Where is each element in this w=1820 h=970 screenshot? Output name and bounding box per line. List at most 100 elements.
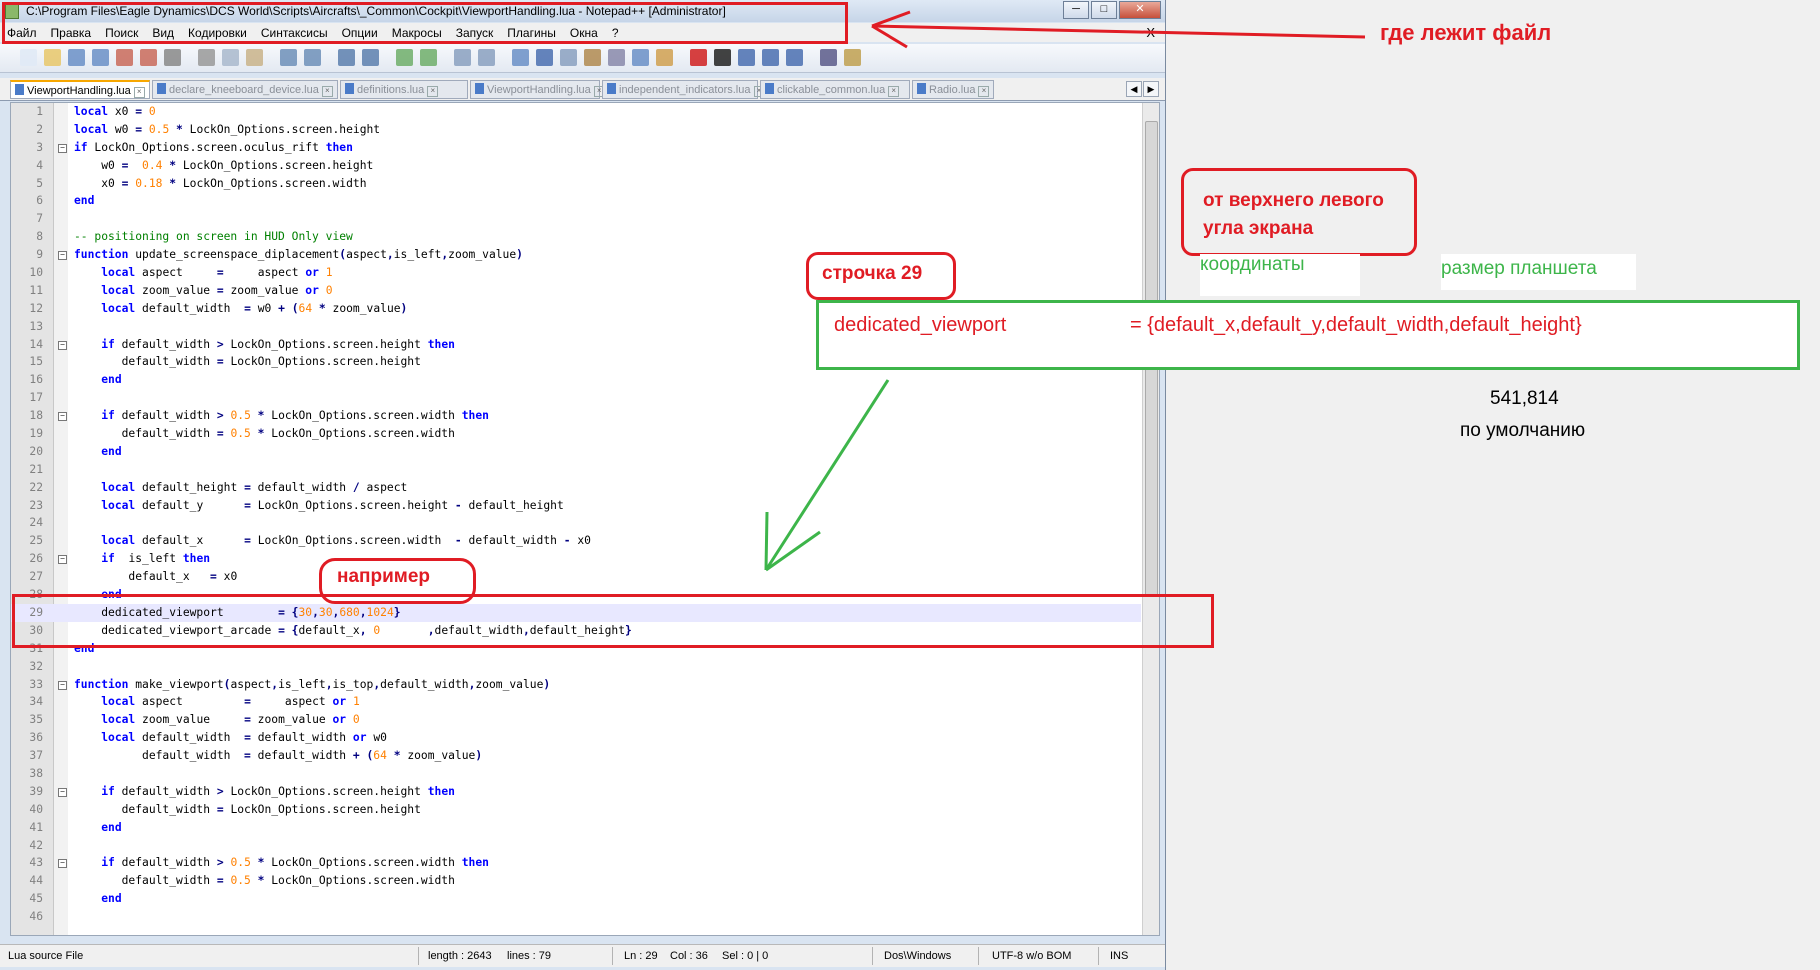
code-line[interactable]: 38 [11,765,1141,783]
code-text: default_width = 0.5 * LockOn_Options.scr… [121,874,455,888]
code-line[interactable]: 46 [11,908,1141,926]
code-line[interactable]: 1 local x0 = 0 [11,103,1141,121]
plugin-icon[interactable] [844,49,861,66]
minimize-button[interactable]: ─ [1063,1,1089,19]
code-line[interactable]: 40 default_width = LockOn_Options.screen… [11,801,1141,819]
code-line[interactable]: 9 − function update_screenspace_diplacemen… [11,246,1141,264]
play-macro-icon[interactable] [738,49,755,66]
paste-icon[interactable] [246,49,263,66]
vertical-scrollbar[interactable] [1142,103,1159,935]
code-line[interactable]: 17 [11,389,1141,407]
tab-4[interactable]: independent_indicators.lua × [602,80,765,99]
tab-close-icon[interactable]: × [133,87,145,98]
tab-2[interactable]: definitions.lua × [340,80,468,99]
code-line[interactable]: 16 end [11,371,1141,389]
function-list-icon[interactable] [632,49,649,66]
cut-icon[interactable] [198,49,215,66]
fold-toggle-icon[interactable]: − [58,680,67,690]
redo-icon[interactable] [304,49,321,66]
code-line[interactable]: 11 local zoom_value = zoom_value or 0 [11,282,1141,300]
code-line[interactable]: 2 local w0 = 0.5 * LockOn_Options.screen.… [11,121,1141,139]
spellcheck-icon[interactable] [820,49,837,66]
code-line[interactable]: 19 default_width = 0.5 * LockOn_Options.… [11,425,1141,443]
example-note: например [337,566,431,587]
code-line[interactable]: 44 default_width = 0.5 * LockOn_Options.… [11,872,1141,890]
code-line[interactable]: 7 [11,210,1141,228]
open-file-icon[interactable] [44,49,61,66]
tab-3[interactable]: ViewportHandling.lua × [470,80,605,99]
tab-5[interactable]: clickable_common.lua × [760,80,910,99]
code-line[interactable]: 43 − if default_width > 0.5 * LockOn_Opti… [11,854,1141,872]
run-macro-multiple-icon[interactable] [762,49,779,66]
save-all-icon[interactable] [92,49,109,66]
sync-horizontal-icon[interactable] [478,49,495,66]
tab-0[interactable]: ViewportHandling.lua × [10,80,150,99]
code-editor[interactable]: 1 local x0 = 0 2 local w0 = 0.5 * LockOn_Op… [10,102,1160,936]
record-macro-icon[interactable] [690,49,707,66]
zoom-in-icon[interactable] [396,49,413,66]
replace-icon[interactable] [362,49,379,66]
code-line[interactable]: 10 local aspect = aspect or 1 [11,264,1141,282]
code-line[interactable]: 27 default_x = x0 [11,568,1141,586]
undo-icon[interactable] [280,49,297,66]
tab-scroll-left-icon[interactable]: ◀ [1126,81,1142,97]
tab-1[interactable]: declare_kneeboard_device.lua × [152,80,338,99]
fold-toggle-icon[interactable]: − [58,412,67,422]
code-line[interactable]: 18 − if default_width > 0.5 * LockOn_Opti… [11,407,1141,425]
save-icon[interactable] [68,49,85,66]
code-line[interactable]: 25 local default_x = LockOn_Options.scre… [11,532,1141,550]
tab-close-icon[interactable]: × [427,86,439,97]
code-line[interactable]: 3 − if LockOn_Options.screen.oculus_rift t… [11,139,1141,157]
code-line[interactable]: 32 [11,658,1141,676]
maximize-button[interactable]: □ [1091,1,1117,19]
code-line[interactable]: 33 − function make_viewport(aspect,is_left… [11,676,1141,694]
fold-toggle-icon[interactable]: − [58,787,67,797]
zoom-out-icon[interactable] [420,49,437,66]
fold-toggle-icon[interactable]: − [58,143,67,153]
code-line[interactable]: 8 -- positioning on screen in HUD Only vi… [11,228,1141,246]
tab-6[interactable]: Radio.lua × [912,80,994,99]
code-line[interactable]: 6 end [11,192,1141,210]
code-line[interactable]: 4 w0 = 0.4 * LockOn_Options.screen.heigh… [11,157,1141,175]
code-line[interactable]: 45 end [11,890,1141,908]
code-line[interactable]: 35 local zoom_value = zoom_value or 0 [11,711,1141,729]
fold-toggle-icon[interactable]: − [58,251,67,261]
stop-macro-icon[interactable] [714,49,731,66]
fold-toggle-icon[interactable]: − [58,555,67,565]
copy-icon[interactable] [222,49,239,66]
find-icon[interactable] [338,49,355,66]
user-lang-icon[interactable] [584,49,601,66]
save-macro-icon[interactable] [786,49,803,66]
code-line[interactable]: 36 local default_width = default_width o… [11,729,1141,747]
word-wrap-icon[interactable] [512,49,529,66]
tab-close-icon[interactable]: × [321,86,333,97]
indent-guide-icon[interactable] [560,49,577,66]
code-line[interactable]: 39 − if default_width > LockOn_Options.sc… [11,783,1141,801]
code-line[interactable]: 20 end [11,443,1141,461]
code-line[interactable]: 37 default_width = default_width + (64 *… [11,747,1141,765]
tab-close-icon[interactable]: × [978,86,990,97]
code-line[interactable]: 5 x0 = 0.18 * LockOn_Options.screen.widt… [11,175,1141,193]
close-all-icon[interactable] [140,49,157,66]
code-line[interactable]: 21 [11,461,1141,479]
doc-map-icon[interactable] [608,49,625,66]
tab-close-icon[interactable]: × [888,86,900,97]
folder-workspace-icon[interactable] [656,49,673,66]
fold-toggle-icon[interactable]: − [58,340,67,350]
tab-scroll-right-icon[interactable]: ▶ [1143,81,1159,97]
code-line[interactable]: 42 [11,837,1141,855]
code-line[interactable]: 34 local aspect = aspect or 1 [11,693,1141,711]
sync-vertical-icon[interactable] [454,49,471,66]
code-line[interactable]: 24 [11,514,1141,532]
code-line[interactable]: 41 end [11,819,1141,837]
close-button[interactable]: ✕ [1119,1,1161,19]
new-file-icon[interactable] [20,49,37,66]
print-icon[interactable] [164,49,181,66]
close-icon[interactable] [116,49,133,66]
fold-toggle-icon[interactable]: − [58,859,67,869]
code-line[interactable]: 22 local default_height = default_width … [11,479,1141,497]
code-line[interactable]: 26 − if is_left then [11,550,1141,568]
code-line[interactable]: 23 local default_y = LockOn_Options.scre… [11,497,1141,515]
show-all-chars-icon[interactable] [536,49,553,66]
close-document-x[interactable]: X [1146,25,1155,40]
